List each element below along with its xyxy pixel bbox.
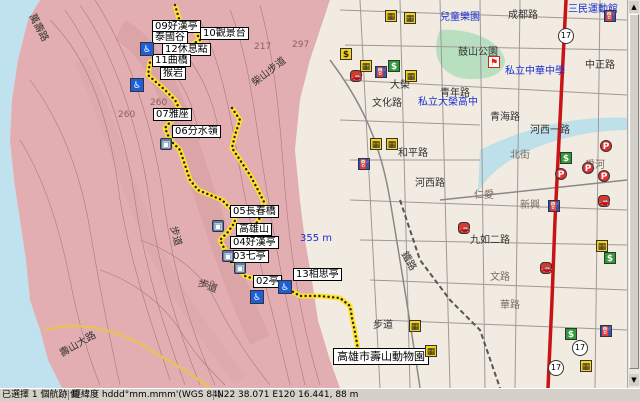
fuel-icon[interactable]: ⛽ bbox=[358, 158, 370, 170]
restroom-icon[interactable]: ♿ bbox=[140, 42, 154, 56]
bank-icon[interactable]: $ bbox=[560, 152, 572, 164]
map-label: 成都路 bbox=[508, 10, 538, 21]
car-icon[interactable]: 🚗 bbox=[458, 222, 470, 234]
shop-icon[interactable]: ▦ bbox=[360, 60, 372, 72]
shop-icon[interactable]: ▦ bbox=[405, 70, 417, 82]
restroom-icon[interactable]: ♿ bbox=[130, 78, 144, 92]
parking-icon[interactable]: P bbox=[555, 168, 567, 180]
coordinate-readout: N22 38.071 E120 16.441, 88 m bbox=[217, 390, 359, 400]
parking-icon[interactable]: P bbox=[600, 140, 612, 152]
fuel-icon[interactable]: ⛽ bbox=[375, 66, 387, 78]
map-label: 兒童樂園 bbox=[440, 12, 480, 23]
shop-icon[interactable]: ▦ bbox=[385, 10, 397, 22]
bank-icon[interactable]: $ bbox=[565, 328, 577, 340]
scroll-up-button[interactable]: ▲ bbox=[629, 1, 639, 13]
map-label: 青海路 bbox=[490, 112, 520, 123]
waypoint-label[interactable]: 11曲橋 bbox=[152, 54, 191, 67]
map-label: 步道 bbox=[373, 320, 393, 331]
flag-icon[interactable]: ⚑ bbox=[488, 56, 500, 68]
camera-icon[interactable]: ▣ bbox=[234, 262, 246, 274]
shop-icon[interactable]: ▦ bbox=[404, 12, 416, 24]
parking-icon[interactable]: P bbox=[598, 170, 610, 182]
map-label: 河西一路 bbox=[530, 125, 570, 136]
contour-number: 260 bbox=[150, 98, 168, 108]
map-label: 和平路 bbox=[398, 148, 428, 159]
shop-icon[interactable]: ▦ bbox=[580, 360, 592, 372]
map-label: 華路 bbox=[500, 300, 520, 311]
waypoint-label[interactable]: 猴岩 bbox=[160, 67, 186, 80]
contour-number: 380 bbox=[198, 280, 216, 290]
scroll-thumb[interactable] bbox=[629, 14, 639, 369]
route-shield: 17 bbox=[558, 28, 574, 44]
route-shield: 17 bbox=[548, 360, 564, 376]
camera-icon[interactable]: ▣ bbox=[160, 138, 172, 150]
car-icon[interactable]: 🚗 bbox=[598, 195, 610, 207]
shop-icon[interactable]: ▦ bbox=[596, 240, 608, 252]
map-label: 九如二路 bbox=[470, 235, 510, 246]
contour-number: 260 bbox=[118, 110, 136, 120]
altitude-label: 355 m bbox=[300, 233, 333, 244]
shop-icon[interactable]: ▦ bbox=[386, 138, 398, 150]
waypoint-label[interactable]: 高雄市壽山動物園 bbox=[333, 348, 429, 365]
scroll-down-button[interactable]: ▼ bbox=[629, 374, 639, 386]
vertical-scrollbar[interactable]: ▲ ▼ bbox=[627, 0, 640, 388]
restroom-icon[interactable]: ♿ bbox=[250, 290, 264, 304]
waypoint-label[interactable]: 07雅座 bbox=[153, 108, 192, 121]
map-label: 仁愛 bbox=[474, 190, 494, 201]
map-label: 文路 bbox=[490, 272, 510, 283]
bank-icon[interactable]: $ bbox=[388, 60, 400, 72]
map-canvas[interactable] bbox=[0, 0, 627, 388]
waypoint-label[interactable]: 04好漢亭 bbox=[230, 236, 279, 249]
status-bar: 已選擇 1 個航跡 個 經緯度 hddd°mm.mmm'(WGS 84) N22… bbox=[0, 388, 640, 401]
shop-icon[interactable]: ▦ bbox=[425, 345, 437, 357]
map-label: 新興 bbox=[520, 200, 540, 211]
camera-icon[interactable]: ▣ bbox=[212, 220, 224, 232]
coord-format: 經緯度 hddd°mm.mmm'(WGS 84) bbox=[72, 390, 222, 400]
fuel-icon[interactable]: ⛽ bbox=[548, 200, 560, 212]
waypoint-label[interactable]: 高雄山 bbox=[236, 223, 272, 236]
camera-icon[interactable]: ▣ bbox=[222, 250, 234, 262]
contour-number: 217 bbox=[254, 42, 272, 52]
fuel-icon[interactable]: ⛽ bbox=[600, 325, 612, 337]
map-label: 私立大榮高中 bbox=[418, 97, 478, 108]
fuel-icon[interactable]: ⛽ bbox=[604, 10, 616, 22]
map-label: 文化路 bbox=[372, 98, 402, 109]
car-icon[interactable]: 🚗 bbox=[540, 262, 552, 274]
map-label: 河西路 bbox=[415, 178, 445, 189]
bank-icon[interactable]: $ bbox=[604, 252, 616, 264]
shop-icon[interactable]: ▦ bbox=[370, 138, 382, 150]
route-shield: 17 bbox=[572, 340, 588, 356]
car-icon[interactable]: 🚗 bbox=[350, 70, 362, 82]
shop-icon[interactable]: $ bbox=[340, 48, 352, 60]
map-label: 中正路 bbox=[585, 60, 615, 71]
contour-number: 297 bbox=[292, 40, 310, 50]
waypoint-label[interactable]: 13相思亭 bbox=[293, 268, 342, 281]
map-label: 北街 bbox=[510, 150, 530, 161]
shop-icon[interactable]: ▦ bbox=[409, 320, 421, 332]
waypoint-label[interactable]: 05長春橋 bbox=[230, 205, 279, 218]
parking-icon[interactable]: P bbox=[582, 162, 594, 174]
map-view[interactable]: 09好漢亭 泰國谷 10觀景台 12休息點 11曲橋 猴岩 07雅座 06分水嶺… bbox=[0, 0, 627, 388]
waypoint-label[interactable]: 06分水嶺 bbox=[172, 125, 221, 138]
map-label: 私立中華中學 bbox=[505, 66, 565, 77]
restroom-icon[interactable]: ♿ bbox=[278, 280, 292, 294]
waypoint-label[interactable]: 10觀景台 bbox=[200, 27, 249, 40]
